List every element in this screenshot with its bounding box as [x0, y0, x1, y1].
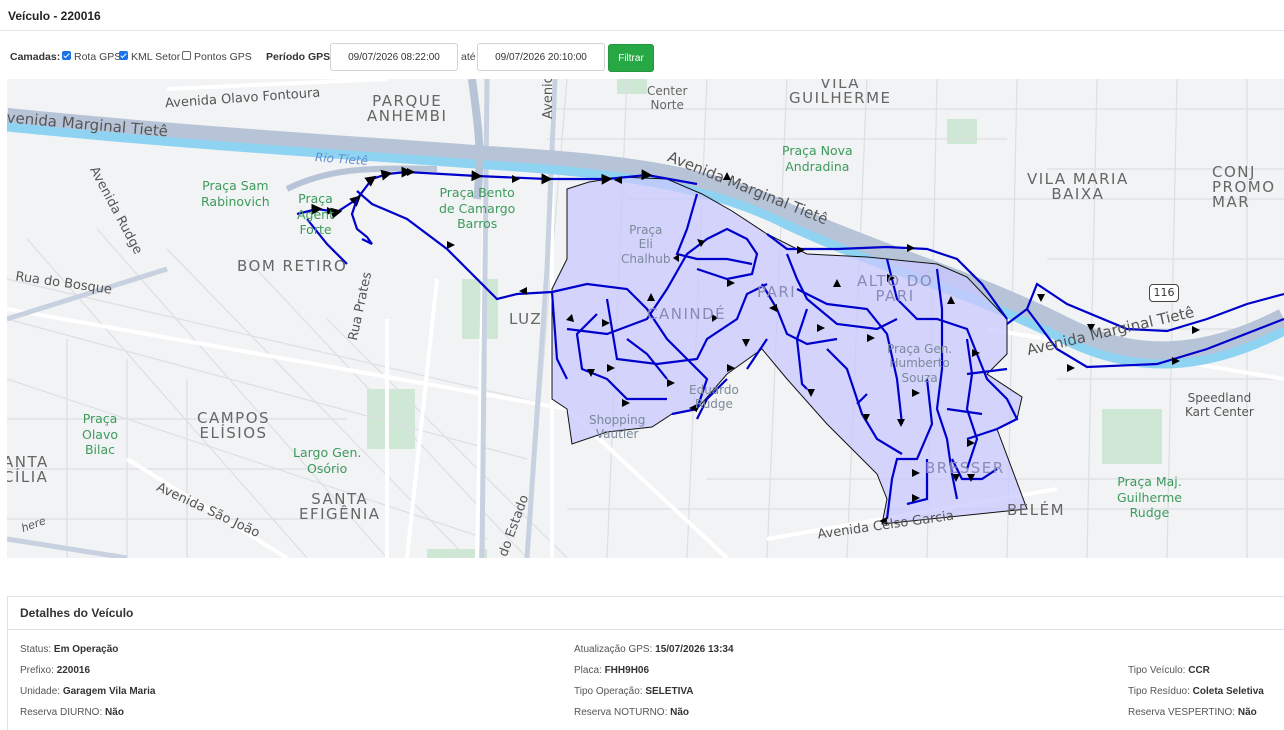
label-santa-efigenia: SANTA EFIGÊNIA — [299, 490, 381, 523]
field-reserva-noturno: Reserva NOTURNO: Não — [574, 707, 690, 718]
label-rio-tiete: Rio Tietê — [314, 150, 369, 168]
label-praca-nova-andradina: Praça Nova Andradina — [782, 143, 853, 174]
label-conj-promocao: CONJ PROMO MAR — [1212, 163, 1276, 211]
label-largo-osorio: Largo Gen. Osório — [293, 445, 362, 476]
highway-shield-116: 116 — [1149, 284, 1179, 302]
label-praca-sam: Praça Sam Rabinovich — [201, 178, 270, 209]
label-praca-agent-forte: Praça Agent Forte — [297, 191, 334, 238]
label-praca-gen-humberto: Praça Gen. Humberto Souza — [887, 342, 953, 385]
label-belem: BELÉM — [1007, 501, 1066, 519]
until-label: até — [461, 51, 476, 63]
layer-toolbar: Camadas: Rota GPS KML Setor Pontos GPS P… — [0, 43, 1284, 72]
period-end-input[interactable] — [477, 43, 605, 71]
map-view[interactable]: Avenida Olavo Fontoura PARQUE ANHEMBI VI… — [7, 79, 1284, 558]
vehicle-details-panel: Detalhes do Veículo Status: Em Operação … — [7, 596, 1284, 730]
label-bresser: BRESSER — [925, 459, 1005, 477]
field-placa: Placa: FHH9H06 — [574, 665, 650, 676]
kml-setor-label[interactable]: KML Setor — [131, 51, 180, 63]
field-unidade: Unidade: Garagem Vila Maria — [20, 686, 156, 697]
field-prefixo: Prefixo: 220016 — [20, 665, 91, 676]
label-pari: PARI — [757, 283, 797, 301]
period-start-input[interactable] — [330, 43, 458, 71]
layers-label: Camadas: — [10, 51, 61, 63]
rota-gps-checkbox[interactable] — [62, 51, 71, 60]
label-bom-retiro: BOM RETIRO — [237, 257, 348, 275]
map-canvas — [7, 79, 1284, 558]
title-bar: Veículo - 220016 — [0, 0, 1284, 31]
label-center-norte: Center Norte — [647, 84, 688, 113]
kml-setor-checkbox[interactable] — [119, 51, 128, 60]
field-status: Status: Em Operação — [20, 644, 119, 655]
label-speedland: Speedland Kart Center — [1185, 391, 1254, 420]
rota-gps-label[interactable]: Rota GPS — [74, 51, 121, 63]
label-praca-maj-guilherme: Praça Maj. Guilherme Rudge — [1117, 474, 1182, 521]
period-label: Período GPS: — [266, 51, 334, 63]
label-praca-bento: Praça Bento de Camargo Barros — [439, 185, 516, 232]
label-av-cruzeiro-do-sul: Avenida Cruzeiro do S — [541, 79, 556, 119]
label-anta-cilia: ANTA CÍLIA — [7, 453, 49, 486]
label-campos-eliseos: CAMPOS ELÍSIOS — [197, 409, 271, 442]
details-header: Detalhes do Veículo — [8, 597, 1284, 630]
pontos-gps-label[interactable]: Pontos GPS — [194, 51, 252, 63]
filter-button[interactable]: Filtrar — [608, 44, 654, 72]
field-reserva-diurno: Reserva DIURNO: Não — [20, 707, 124, 718]
label-alto-do-pari: ALTO DO PARI — [857, 272, 934, 305]
field-tipo-residuo: Tipo Resíduo: Coleta Seletiva — [1128, 686, 1264, 697]
label-praca-eli-chalhub: Praça Eli Chalhub — [621, 223, 671, 266]
label-shopping-vautier: Shopping Vautier — [589, 413, 646, 442]
label-eduardo-rudge: Eduardo Rudge — [689, 383, 739, 412]
field-tipo-veiculo: Tipo Veículo: CCR — [1128, 665, 1210, 676]
label-praca-olavo-bilac: Praça Olavo Bilac — [82, 411, 119, 458]
pontos-gps-checkbox[interactable] — [182, 51, 191, 60]
field-reserva-vespertino: Reserva VESPERTINO: Não — [1128, 707, 1257, 718]
label-vila-guilherme: VILA GUILHERME — [789, 79, 892, 107]
field-atualizacao-gps: Atualização GPS: 15/07/2026 13:34 — [574, 644, 734, 655]
label-vila-maria-baixa: VILA MARIA BAIXA — [1027, 170, 1129, 203]
label-luz: LUZ — [509, 310, 543, 328]
page-title: Veículo - 220016 — [8, 9, 101, 23]
label-caninde: CANINDÉ — [647, 305, 727, 323]
field-tipo-operacao: Tipo Operação: SELETIVA — [574, 686, 694, 697]
label-parque-anhembi: PARQUE ANHEMBI — [367, 92, 448, 125]
